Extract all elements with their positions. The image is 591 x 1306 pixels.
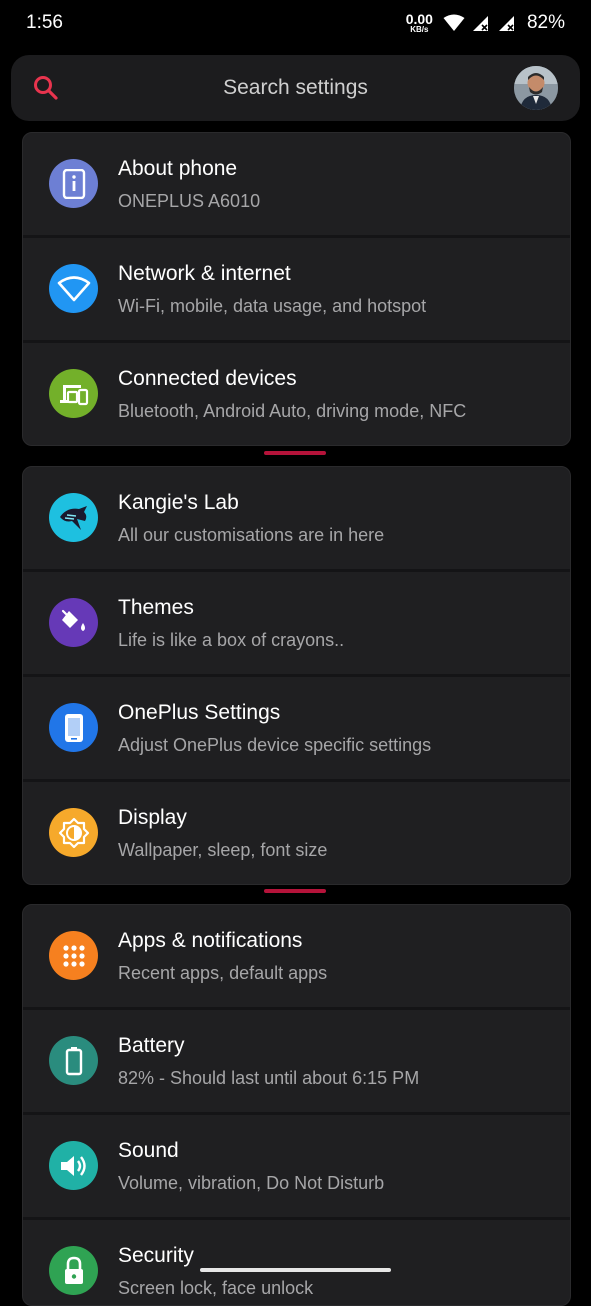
setting-title: Kangie's Lab [118, 491, 239, 514]
wifi-signal-icon [443, 14, 465, 31]
section-divider [264, 889, 326, 893]
status-bar: 1:56 0.00 KB/s 82% [0, 0, 591, 46]
setting-title: Battery [118, 1034, 185, 1057]
setting-subtitle: 82% - Should last until about 6:15 PM [118, 1068, 420, 1088]
kangie-logo-icon [49, 493, 98, 542]
setting-subtitle: Recent apps, default apps [118, 963, 328, 983]
setting-subtitle: All our customisations are in here [118, 525, 385, 545]
setting-display[interactable]: Display Wallpaper, sleep, font size [23, 782, 570, 884]
setting-title: About phone [118, 157, 238, 180]
section-divider [264, 451, 326, 455]
search-bar[interactable]: Search settings [11, 55, 580, 121]
cell-signal-icon [472, 16, 488, 31]
network-speed-unit: KB/s [410, 25, 429, 34]
search-placeholder[interactable]: Search settings [11, 76, 580, 100]
network-speed: 0.00 KB/s [406, 12, 433, 34]
paint-bucket-icon [49, 598, 98, 647]
setting-kangies-lab[interactable]: Kangie's Lab All our customisations are … [23, 467, 570, 572]
setting-title: Security [118, 1244, 194, 1267]
network-speed-value: 0.00 [405, 11, 433, 27]
brightness-icon [49, 808, 98, 857]
setting-themes[interactable]: Themes Life is like a box of crayons.. [23, 572, 570, 677]
settings-group-3: Apps & notifications Recent apps, defaul… [22, 904, 571, 1306]
oneplus-device-icon [49, 703, 98, 752]
setting-sound[interactable]: Sound Volume, vibration, Do Not Disturb [23, 1115, 570, 1220]
setting-subtitle: Screen lock, face unlock [118, 1278, 314, 1298]
setting-about-phone[interactable]: About phone ONEPLUS A6010 [23, 133, 570, 238]
setting-subtitle: Adjust OnePlus device specific settings [118, 735, 432, 755]
gesture-navigation-bar[interactable] [200, 1268, 391, 1272]
setting-title: Apps & notifications [118, 929, 303, 952]
setting-subtitle: Wi-Fi, mobile, data usage, and hotspot [118, 296, 427, 316]
phone-info-icon [49, 159, 98, 208]
devices-icon [49, 369, 98, 418]
apps-grid-icon [49, 931, 98, 980]
status-icons: 0.00 KB/s 82% [406, 10, 565, 36]
wifi-icon [49, 264, 98, 313]
battery-icon [49, 1036, 98, 1085]
settings-group-2: Kangie's Lab All our customisations are … [22, 466, 571, 885]
profile-avatar[interactable] [514, 66, 558, 110]
setting-subtitle: Bluetooth, Android Auto, driving mode, N… [118, 401, 467, 421]
lock-icon [49, 1246, 98, 1295]
setting-title: Network & internet [118, 262, 291, 285]
settings-group-1: About phone ONEPLUS A6010 Network & inte… [22, 132, 571, 446]
setting-subtitle: Wallpaper, sleep, font size [118, 840, 328, 860]
setting-battery[interactable]: Battery 82% - Should last until about 6:… [23, 1010, 570, 1115]
setting-oneplus-settings[interactable]: OnePlus Settings Adjust OnePlus device s… [23, 677, 570, 782]
setting-title: Display [118, 806, 187, 829]
cell-signal-icon-2 [498, 16, 514, 31]
volume-icon [49, 1141, 98, 1190]
setting-title: OnePlus Settings [118, 701, 281, 724]
setting-connected-devices[interactable]: Connected devices Bluetooth, Android Aut… [23, 343, 570, 445]
setting-security[interactable]: Security Screen lock, face unlock [23, 1220, 570, 1305]
setting-apps-notifications[interactable]: Apps & notifications Recent apps, defaul… [23, 905, 570, 1010]
setting-subtitle: Volume, vibration, Do Not Disturb [118, 1173, 385, 1193]
setting-title: Sound [118, 1139, 179, 1162]
setting-title: Connected devices [118, 367, 297, 390]
battery-percentage: 82% [526, 12, 565, 33]
setting-subtitle: ONEPLUS A6010 [118, 191, 261, 211]
setting-title: Themes [118, 596, 194, 619]
status-time: 1:56 [26, 12, 63, 33]
setting-subtitle: Life is like a box of crayons.. [118, 630, 345, 650]
setting-network-internet[interactable]: Network & internet Wi-Fi, mobile, data u… [23, 238, 570, 343]
